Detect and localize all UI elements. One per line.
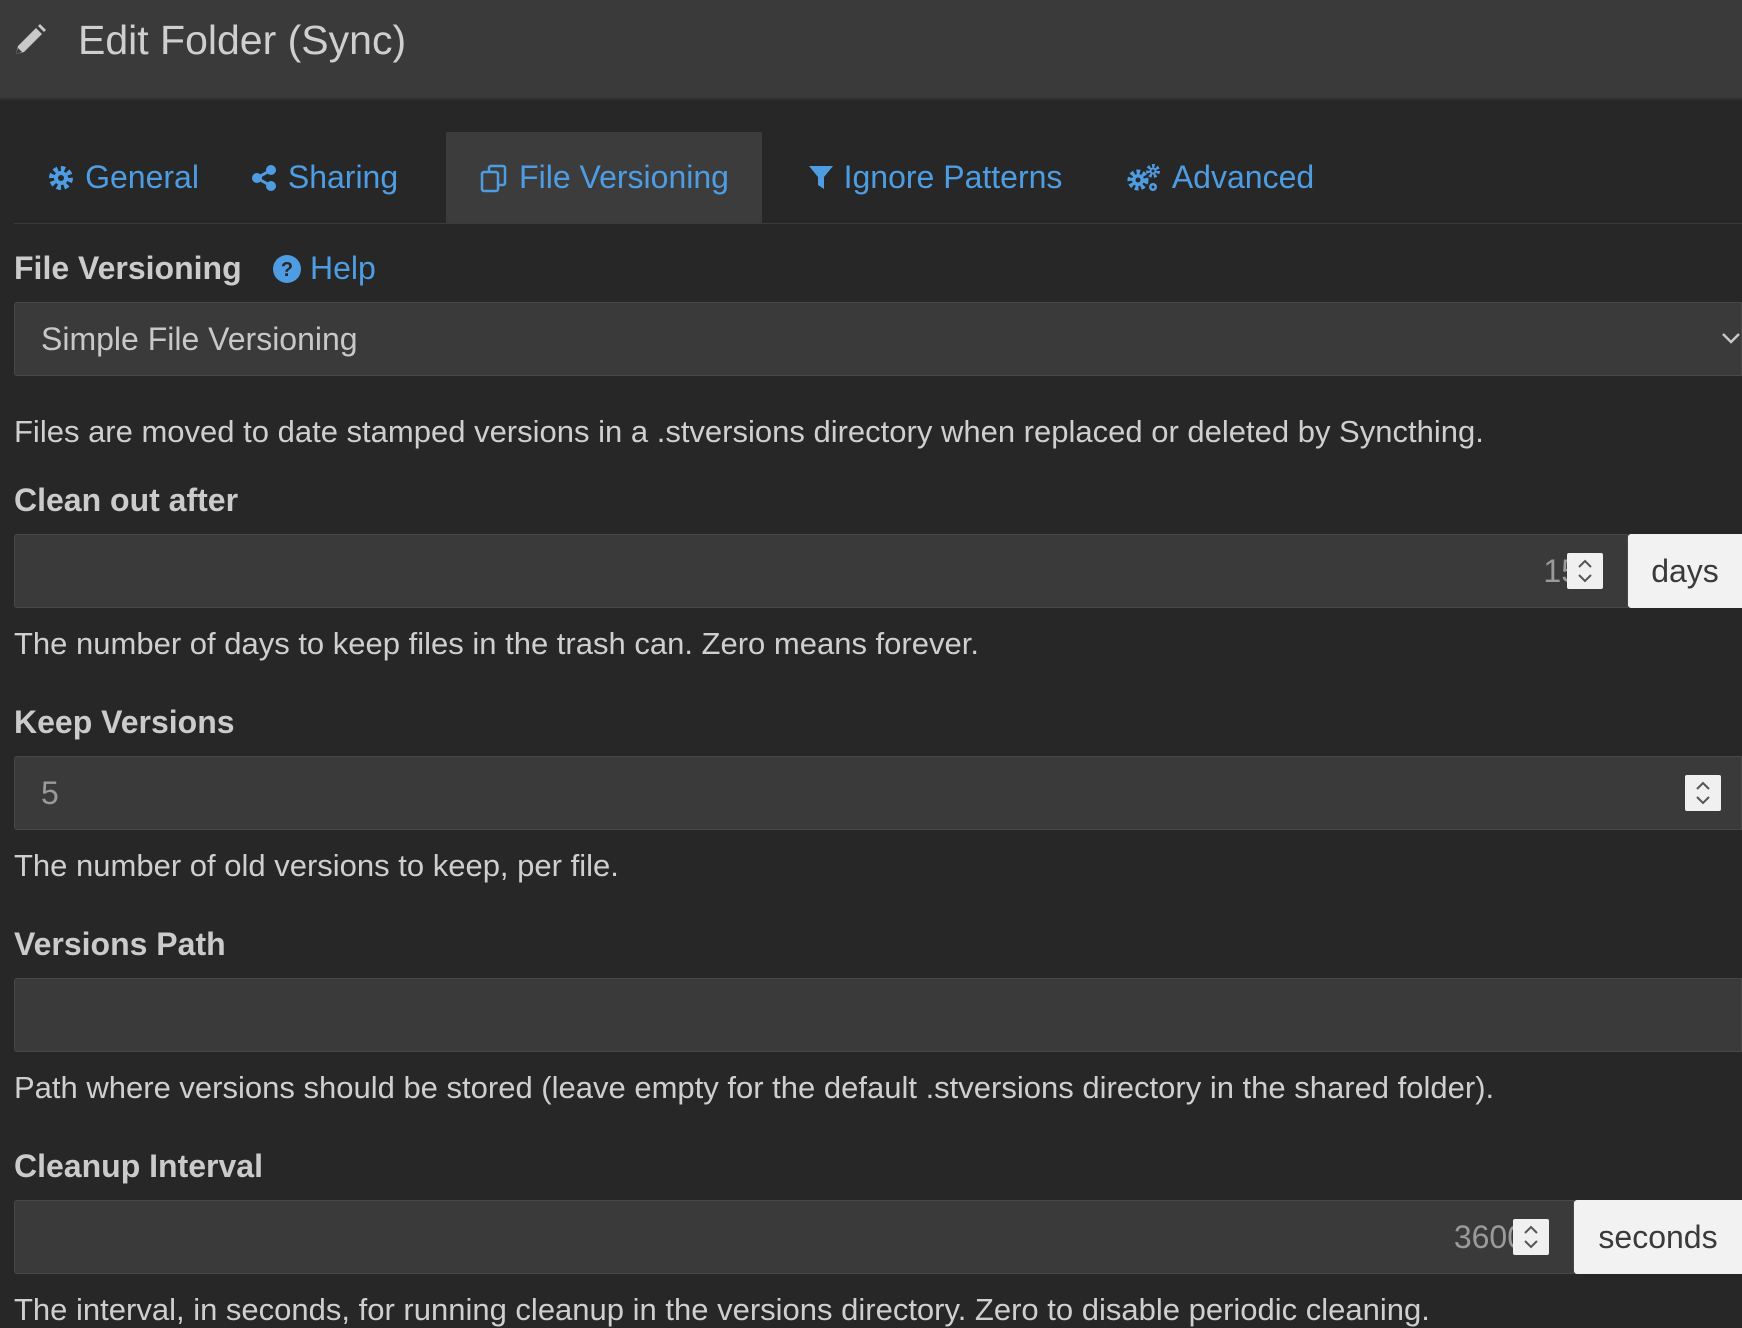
stepper-arrows-icon [1578, 559, 1592, 583]
gears-icon [1127, 163, 1160, 191]
clean-out-input[interactable]: 15 [14, 534, 1628, 608]
tab-advanced[interactable]: Advanced [1112, 132, 1328, 223]
keep-versions-value: 5 [41, 775, 59, 811]
modal-title: Edit Folder (Sync) [78, 17, 407, 63]
keep-versions-input[interactable]: 5 [14, 756, 1742, 830]
versioning-select-value: Simple File Versioning [41, 321, 358, 357]
versions-path-label: Versions Path [14, 926, 226, 962]
tab-sharing[interactable]: Sharing [236, 132, 412, 223]
versions-path-input[interactable] [14, 978, 1742, 1052]
versioning-label: File Versioning [14, 250, 242, 286]
keep-versions-description: The number of old versions to keep, per … [14, 848, 619, 883]
filter-icon [808, 165, 833, 189]
chevron-down-icon [1722, 333, 1740, 344]
stepper-arrows-icon [1524, 1225, 1538, 1249]
tab-file-versioning[interactable]: File Versioning [446, 132, 762, 223]
tab-general[interactable]: General [28, 132, 218, 223]
tab-label: File Versioning [519, 159, 729, 195]
copy-icon [480, 164, 507, 192]
stepper-arrows-icon [1696, 781, 1710, 805]
tab-label: Ignore Patterns [843, 159, 1063, 195]
pencil-icon [16, 24, 46, 54]
modal-header: Edit Folder (Sync) [0, 0, 1742, 100]
versioning-select[interactable]: Simple File Versioning [14, 302, 1742, 376]
gear-icon [49, 165, 74, 190]
svg-text:?: ? [281, 259, 293, 281]
clean-out-stepper[interactable] [1567, 553, 1603, 589]
versions-path-description: Path where versions should be stored (le… [14, 1070, 1495, 1105]
clean-out-label: Clean out after [14, 482, 239, 518]
help-label: Help [310, 250, 376, 286]
cleanup-interval-stepper[interactable] [1513, 1219, 1549, 1255]
tab-label: Sharing [287, 159, 399, 195]
question-circle-icon: ? [273, 254, 301, 283]
help-link[interactable]: ? Help [272, 250, 376, 287]
cleanup-interval-label: Cleanup Interval [14, 1148, 263, 1184]
tab-ignore-patterns[interactable]: Ignore Patterns [792, 132, 1078, 223]
keep-versions-stepper[interactable] [1685, 775, 1721, 811]
tab-label: Advanced [1171, 159, 1315, 195]
share-icon [251, 164, 276, 191]
keep-versions-label: Keep Versions [14, 704, 235, 740]
cleanup-interval-input[interactable]: 3600 [14, 1200, 1574, 1274]
tab-label: General [85, 159, 199, 195]
cleanup-interval-unit: seconds [1574, 1200, 1742, 1274]
versioning-description: Files are moved to date stamped versions… [14, 414, 1484, 449]
cleanup-interval-description: The interval, in seconds, for running cl… [14, 1292, 1430, 1327]
tab-bar: General Sharing File Versioning Ignore P… [14, 132, 1742, 224]
clean-out-description: The number of days to keep files in the … [14, 626, 979, 661]
clean-out-unit: days [1628, 534, 1742, 608]
